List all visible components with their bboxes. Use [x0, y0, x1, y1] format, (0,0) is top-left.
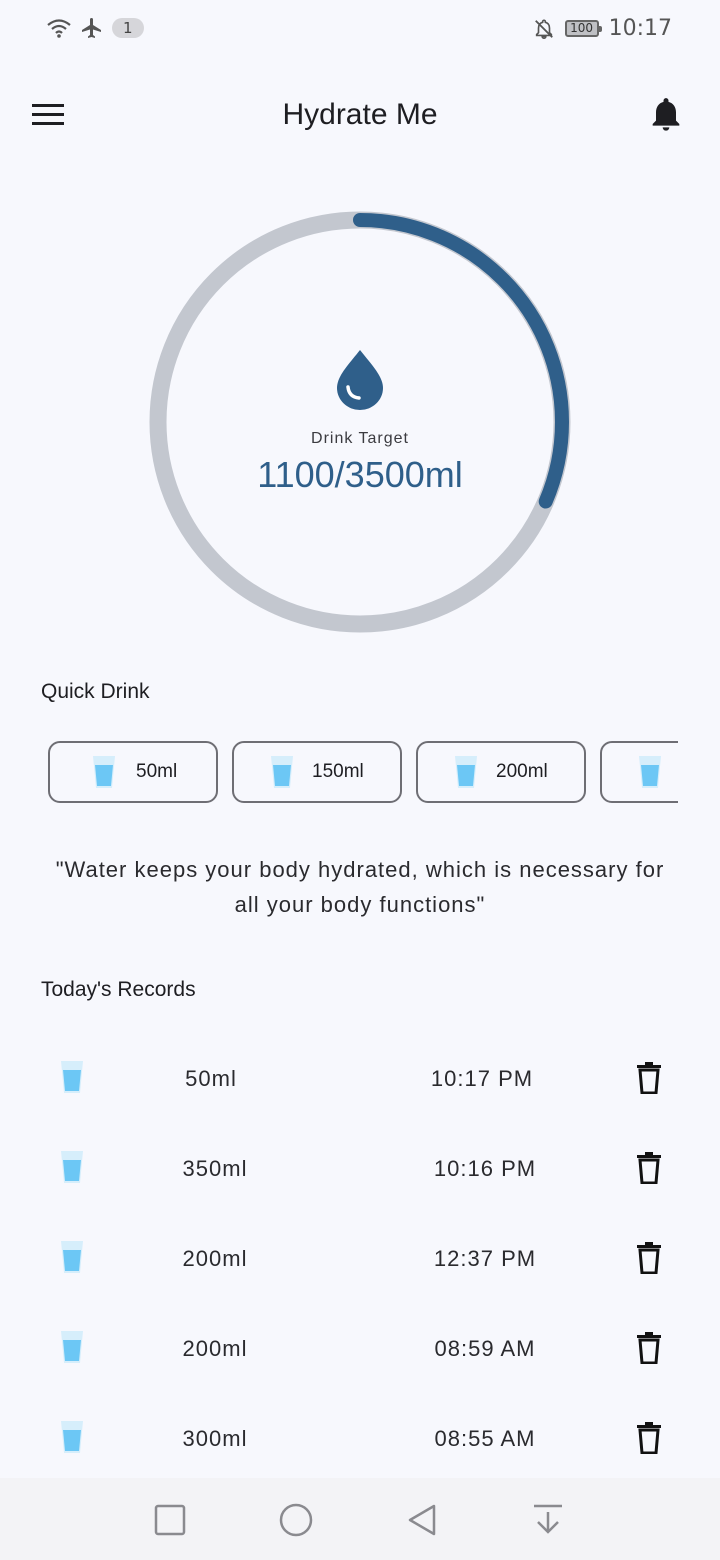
records-title: Today's Records — [41, 978, 196, 1001]
water-glass-icon — [455, 756, 477, 788]
record-time: 12:37 PM — [433, 1246, 537, 1271]
status-right: 100 10:17 — [533, 16, 672, 41]
status-left: 1 — [46, 16, 144, 40]
airplane-icon — [82, 18, 101, 38]
quick-drink-150ml-button[interactable]: 150ml — [232, 741, 402, 803]
quick-drink-label: 50ml — [136, 761, 178, 782]
quick-drink-title: Quick Drink — [41, 680, 150, 703]
drink-progress-ring: Drink Target 1100/3500ml — [146, 208, 574, 636]
record-row: 300ml 08:55 AM — [0, 1392, 720, 1482]
status-bar: 1 100 10:17 — [0, 0, 720, 60]
record-amount: 350ml — [182, 1156, 248, 1181]
quick-drink-more-button[interactable] — [600, 741, 678, 803]
bell-icon — [652, 98, 680, 131]
trash-icon[interactable] — [636, 1422, 662, 1454]
record-row: 200ml 12:37 PM — [0, 1212, 720, 1302]
water-glass-icon — [61, 1421, 83, 1453]
record-time: 10:17 PM — [430, 1066, 534, 1091]
water-glass-icon — [61, 1331, 83, 1363]
record-amount: 50ml — [185, 1066, 237, 1091]
recents-square-icon[interactable] — [150, 1500, 190, 1540]
water-glass-icon — [93, 756, 115, 788]
trash-icon[interactable] — [636, 1062, 662, 1094]
record-time: 08:55 AM — [434, 1426, 536, 1451]
record-amount: 300ml — [182, 1426, 248, 1451]
quick-drink-200ml-button[interactable]: 200ml — [416, 741, 586, 803]
water-glass-icon — [271, 756, 293, 788]
trash-icon[interactable] — [636, 1152, 662, 1184]
record-amount: 200ml — [182, 1336, 248, 1361]
page-title: Hydrate Me — [282, 98, 438, 131]
drink-target-value: 1100/3500ml — [257, 454, 463, 495]
record-row: 350ml 10:16 PM — [0, 1122, 720, 1212]
water-glass-icon — [61, 1241, 83, 1273]
wifi-icon — [47, 19, 71, 38]
notification-badge: 1 — [112, 18, 144, 38]
back-triangle-icon[interactable] — [402, 1500, 442, 1540]
progress-center: Drink Target 1100/3500ml — [146, 208, 574, 636]
trash-icon[interactable] — [636, 1332, 662, 1364]
system-nav-bar — [0, 1478, 720, 1560]
hydration-quote: "Water keeps your body hydrated, which i… — [55, 857, 665, 917]
quick-drink-50ml-button[interactable]: 50ml — [48, 741, 218, 803]
bell-off-icon — [534, 19, 553, 39]
record-time: 08:59 AM — [434, 1336, 536, 1361]
record-amount: 200ml — [182, 1246, 248, 1271]
notification-shade-icon[interactable] — [528, 1500, 568, 1540]
quick-drink-label: 200ml — [496, 761, 548, 782]
battery-indicator: 100 — [564, 20, 602, 37]
trash-icon[interactable] — [636, 1242, 662, 1274]
home-circle-icon[interactable] — [276, 1500, 316, 1540]
record-time: 10:16 PM — [433, 1156, 537, 1181]
status-time: 10:17 — [608, 16, 672, 41]
quick-drink-label: 150ml — [312, 761, 364, 782]
water-glass-icon — [61, 1151, 83, 1183]
drink-target-label: Drink Target — [311, 430, 409, 447]
quick-drink-row[interactable]: 50ml 150ml 200ml — [48, 741, 678, 803]
notifications-button[interactable] — [644, 94, 688, 134]
app-bar: Hydrate Me — [0, 80, 720, 152]
water-drop-icon — [337, 350, 383, 410]
record-row: 50ml 10:17 PM — [0, 1032, 720, 1122]
water-glass-icon — [639, 756, 661, 788]
water-glass-icon — [61, 1061, 83, 1093]
record-row: 200ml 08:59 AM — [0, 1302, 720, 1392]
